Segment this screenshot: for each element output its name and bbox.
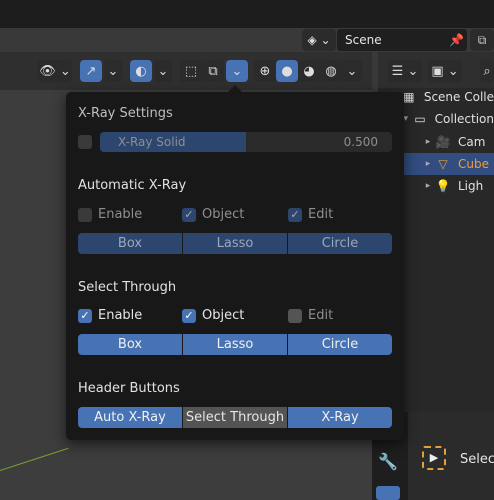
slider-label: X-Ray Solid <box>118 135 186 149</box>
selection-icon-button[interactable]: ⬚ <box>180 60 202 82</box>
select-tool-icon[interactable]: ▶ <box>422 446 446 470</box>
shading-wireframe-button[interactable]: ⊕ <box>254 60 276 82</box>
header-buttons-selector: Auto X-Ray Select Through X-Ray <box>78 407 392 428</box>
xray-icon: ⧉ <box>208 63 218 79</box>
shading-rendered-button[interactable]: ◍ <box>320 60 342 82</box>
search-icon: ⌕ <box>483 63 491 79</box>
overlays-dropdown-button[interactable]: ⌄ <box>154 60 172 82</box>
header-buttons-title: Header Buttons <box>78 381 180 396</box>
chevron-down-icon: ⌄ <box>107 63 119 79</box>
active-tool-icon[interactable] <box>376 486 400 500</box>
checkbox-label: Edit <box>308 308 334 323</box>
xray-settings-popup: X-Ray Settings X-Ray Solid 0.500 Automat… <box>66 85 404 440</box>
search-field[interactable]: ⌕ <box>480 60 494 82</box>
checkbox-label: Object <box>202 207 245 222</box>
select-through-edit-checkbox[interactable]: Edit <box>288 308 333 323</box>
list-icon: ☰ ⌄ <box>391 63 419 79</box>
material-sphere-icon: ◕ <box>303 63 315 79</box>
tool-name-label: Select <box>460 452 494 467</box>
solid-sphere-icon: ● <box>281 63 293 79</box>
select-through-mode-selector: Box Lasso Circle <box>78 334 392 355</box>
chevron-down-icon: ⌄ <box>346 63 358 79</box>
header-select-through-button[interactable]: Select Through <box>183 407 288 428</box>
auto-xray-circle-button[interactable]: Circle <box>288 233 392 254</box>
select-through-lasso-button[interactable]: Lasso <box>183 334 288 355</box>
filter-button[interactable]: ▣ ⌄ <box>428 60 462 82</box>
checkbox-label: Object <box>202 308 245 323</box>
select-through-enable-checkbox[interactable]: ✓ Enable <box>78 308 142 323</box>
checkbox[interactable] <box>78 207 92 222</box>
scene-name-field[interactable]: Scene <box>337 29 467 51</box>
chevron-down-icon: ⌄ <box>231 63 243 79</box>
select-through-circle-button[interactable]: Circle <box>288 334 392 355</box>
view-object-types-button[interactable]: 👁 ⌄ <box>38 60 72 82</box>
camera-icon: 🎥 <box>435 135 451 149</box>
eye-icon: 👁 ⌄ <box>39 63 71 79</box>
slider-value: 0.500 <box>343 135 378 149</box>
header-xray-button[interactable]: X-Ray <box>288 407 392 428</box>
checkbox[interactable] <box>78 135 92 149</box>
scene-browse-button[interactable]: ◈ ⌄ <box>302 29 336 51</box>
list-item: Scene Colle <box>423 90 494 104</box>
expand-arrow-icon[interactable]: ▸ <box>422 181 434 191</box>
expand-arrow-icon[interactable]: ▸ <box>422 137 434 147</box>
checkbox-label: Edit <box>308 207 334 222</box>
select-box-icon: ⬚ <box>184 63 198 79</box>
auto-xray-edit-checkbox[interactable]: ✓ Edit <box>288 207 333 222</box>
chevron-down-icon: ⌄ <box>157 63 169 79</box>
auto-xray-object-checkbox[interactable]: ✓ Object <box>182 207 244 222</box>
list-item: Collection <box>434 112 494 126</box>
auto-xray-lasso-button[interactable]: Lasso <box>183 233 288 254</box>
rendered-sphere-icon: ◍ <box>325 63 337 79</box>
xray-dropdown-button[interactable]: ⌄ <box>226 60 248 82</box>
tool-tab-icon[interactable]: 🔧 <box>378 452 398 471</box>
list-item: Cam <box>458 135 486 149</box>
xray-toggle-button[interactable]: ⧉ <box>202 60 224 82</box>
gizmo-dropdown-button[interactable]: ⌄ <box>104 60 122 82</box>
auto-xray-box-button[interactable]: Box <box>78 233 183 254</box>
light-icon: 💡 <box>435 179 451 193</box>
auto-xray-mode-selector: Box Lasso Circle <box>78 233 392 254</box>
list-item: Cube <box>458 157 489 171</box>
checkbox[interactable] <box>288 308 302 323</box>
collection-icon: ▭ <box>414 112 426 126</box>
checkbox[interactable]: ✓ <box>78 308 92 323</box>
xray-toggle[interactable] <box>78 135 98 149</box>
select-through-box-button[interactable]: Box <box>78 334 183 355</box>
overlays-icon: ◐ <box>135 63 147 79</box>
shading-dropdown-button[interactable]: ⌄ <box>342 60 362 82</box>
checkbox[interactable]: ✓ <box>288 207 302 222</box>
checkbox-label: Enable <box>98 207 143 222</box>
scene-icon: ◈ ⌄ <box>307 33 331 47</box>
outliner-header: ☰ ⌄ ▣ ⌄ ⌕ <box>378 52 494 88</box>
overlays-toggle-button[interactable]: ◐ <box>130 60 152 82</box>
mesh-icon: ▽ <box>438 157 448 171</box>
shading-solid-button[interactable]: ● <box>276 60 298 82</box>
checkbox[interactable]: ✓ <box>182 308 196 323</box>
display-mode-button[interactable]: ☰ ⌄ <box>388 60 422 82</box>
list-item: Ligh <box>458 179 484 193</box>
wireframe-sphere-icon: ⊕ <box>259 63 271 79</box>
select-through-title: Select Through <box>78 280 177 295</box>
new-scene-button[interactable]: ⧉ <box>470 29 494 51</box>
image-icon: ▣ ⌄ <box>431 63 459 79</box>
xray-alpha-slider[interactable]: X-Ray Solid 0.500 <box>100 132 392 152</box>
expand-arrow-icon[interactable]: ▸ <box>422 159 434 169</box>
popup-caret <box>228 85 242 92</box>
auto-xray-title: Automatic X-Ray <box>78 178 187 193</box>
shading-material-button[interactable]: ◕ <box>298 60 320 82</box>
select-through-object-checkbox[interactable]: ✓ Object <box>182 308 244 323</box>
pin-icon[interactable]: 📌 <box>449 29 467 51</box>
gizmo-toggle-button[interactable]: ↗ <box>80 60 102 82</box>
gizmo-icon: ↗ <box>85 63 97 79</box>
xray-settings-title: X-Ray Settings <box>78 106 173 121</box>
x-axis-line <box>0 447 69 471</box>
auto-xray-enable-checkbox[interactable]: Enable <box>78 207 142 222</box>
checkbox[interactable]: ✓ <box>182 207 196 222</box>
header-auto-xray-button[interactable]: Auto X-Ray <box>78 407 183 428</box>
top-bar <box>0 0 494 28</box>
checkbox-label: Enable <box>98 308 143 323</box>
